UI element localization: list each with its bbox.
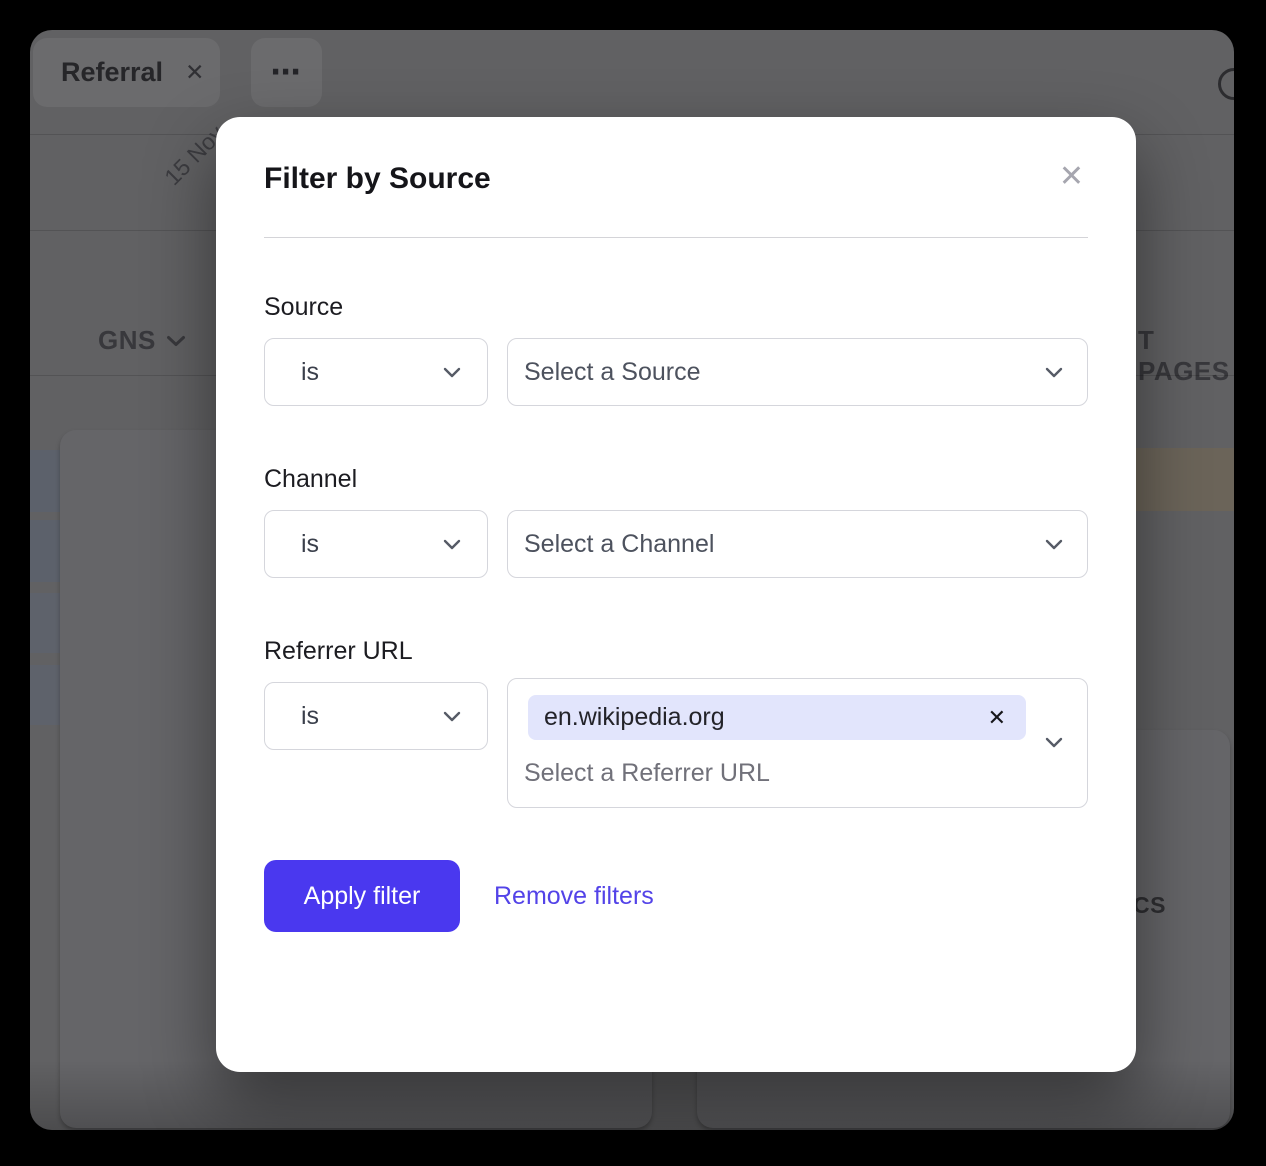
more-options-button[interactable]: ⋯: [251, 38, 322, 107]
channel-field-label: Channel: [264, 464, 1088, 494]
chevron-down-icon: [1045, 539, 1063, 550]
referrer-operator-select[interactable]: is: [264, 682, 488, 750]
card-title-fragment: CS: [1133, 892, 1166, 919]
column-header-pages-truncated: T PAGES: [1138, 325, 1234, 387]
referrer-value-combobox[interactable]: en.wikipedia.org ✕ Select a Referrer URL: [507, 678, 1088, 808]
chevron-down-icon: [443, 539, 461, 550]
tag-remove-icon[interactable]: ✕: [988, 707, 1006, 729]
chart-bar: [1136, 448, 1234, 511]
apply-filter-button[interactable]: Apply filter: [264, 860, 460, 932]
selected-referrer-tag[interactable]: en.wikipedia.org ✕: [528, 695, 1026, 740]
dialog-close-icon[interactable]: ✕: [1055, 160, 1088, 194]
filter-chip-label: Referral: [61, 57, 163, 88]
column-header-campaigns-truncated[interactable]: GNS: [98, 325, 186, 356]
channel-value-select[interactable]: Select a Channel: [507, 510, 1088, 578]
chevron-down-icon: [443, 367, 461, 378]
chevron-down-icon: [443, 711, 461, 722]
chevron-down-icon: [1045, 367, 1063, 378]
chevron-down-icon: [1045, 737, 1063, 748]
source-operator-select[interactable]: is: [264, 338, 488, 406]
source-field-label: Source: [264, 292, 1088, 322]
dialog-title: Filter by Source: [264, 160, 491, 197]
channel-operator-select[interactable]: is: [264, 510, 488, 578]
filter-by-source-dialog: Filter by Source ✕ Source is Select a So…: [216, 117, 1136, 1072]
chip-close-icon[interactable]: ✕: [185, 61, 204, 84]
search-icon[interactable]: [1218, 68, 1234, 100]
source-value-select[interactable]: Select a Source: [507, 338, 1088, 406]
referrer-url-field-label: Referrer URL: [264, 636, 1088, 666]
filter-chip-referral[interactable]: Referral ✕: [33, 38, 220, 107]
referrer-placeholder: Select a Referrer URL: [524, 759, 770, 788]
remove-filters-link[interactable]: Remove filters: [494, 882, 654, 911]
chevron-down-icon: [166, 335, 186, 347]
divider: [264, 237, 1088, 238]
